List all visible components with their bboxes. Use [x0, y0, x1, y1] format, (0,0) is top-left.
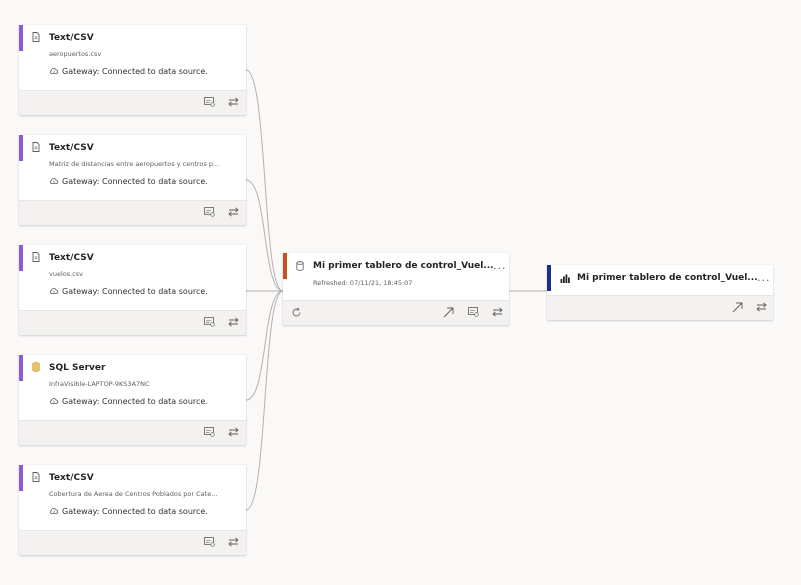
swap-arrows-icon[interactable]	[756, 302, 767, 312]
cloud-icon	[49, 178, 59, 184]
source-detail: aeropuertos.csv	[49, 50, 102, 58]
connector-line	[245, 179, 284, 292]
refresh-icon[interactable]	[291, 307, 302, 318]
cloud-icon	[49, 68, 59, 74]
gateway-status: Gateway: Connected to data source.	[62, 67, 208, 76]
refresh-settings-icon[interactable]	[204, 537, 215, 547]
refresh-settings-icon[interactable]	[204, 317, 215, 327]
source-card-vuelos[interactable]: Text/CSV vuelos.csv Gateway: Connected t…	[19, 245, 246, 335]
swap-arrows-icon[interactable]	[228, 427, 239, 437]
card-accent-bar	[283, 253, 287, 279]
source-type: SQL Server	[49, 363, 106, 373]
source-card-sql-server[interactable]: SQL Server InfraVisible-LAPTOP-9KS3A7NC …	[19, 355, 246, 445]
dataset-refreshed: Refreshed: 07/11/21, 18:45:07	[313, 279, 413, 287]
source-detail: Cobertura de Aerea de Centros Poblados p…	[49, 490, 218, 498]
card-footer	[283, 300, 509, 325]
source-type: Text/CSV	[49, 143, 94, 153]
file-icon	[32, 32, 40, 42]
refresh-settings-icon[interactable]	[204, 207, 215, 217]
swap-arrows-icon[interactable]	[228, 207, 239, 217]
cloud-icon	[49, 398, 59, 404]
open-arrow-icon[interactable]	[443, 307, 454, 318]
more-options-button[interactable]: ···	[757, 275, 771, 286]
refresh-settings-icon[interactable]	[204, 427, 215, 437]
card-accent-bar	[547, 265, 551, 291]
gateway-status: Gateway: Connected to data source.	[62, 287, 208, 296]
source-type: Text/CSV	[49, 253, 94, 263]
dataset-card[interactable]: Mi primer tablero de control_Vuel... ···…	[283, 253, 509, 325]
report-chart-icon	[560, 274, 570, 283]
gateway-status: Gateway: Connected to data source.	[62, 177, 208, 186]
card-accent-bar	[19, 135, 23, 161]
report-title: Mi primer tablero de control_Vuel...	[577, 273, 758, 283]
open-arrow-icon[interactable]	[732, 302, 743, 313]
source-type: Text/CSV	[49, 33, 94, 43]
refresh-settings-icon[interactable]	[204, 97, 215, 107]
cloud-icon	[49, 508, 59, 514]
file-icon	[32, 472, 40, 482]
report-card[interactable]: Mi primer tablero de control_Vuel... ···	[547, 265, 773, 320]
source-card-matriz-distancias[interactable]: Text/CSV Matriz de distancias entre aero…	[19, 135, 246, 225]
card-footer	[19, 530, 246, 555]
card-footer	[19, 310, 246, 335]
card-footer	[19, 200, 246, 225]
gateway-status: Gateway: Connected to data source.	[62, 397, 208, 406]
card-accent-bar	[19, 245, 23, 271]
database-icon	[32, 362, 40, 372]
swap-arrows-icon[interactable]	[228, 537, 239, 547]
connector-line	[245, 290, 284, 511]
source-detail: InfraVisible-LAPTOP-9KS3A7NC	[49, 380, 150, 388]
card-accent-bar	[19, 465, 23, 491]
cloud-icon	[49, 288, 59, 294]
source-type: Text/CSV	[49, 473, 94, 483]
swap-arrows-icon[interactable]	[228, 317, 239, 327]
file-icon	[32, 252, 40, 262]
card-footer	[19, 420, 246, 445]
card-footer	[547, 295, 773, 320]
source-detail: Matriz de distancias entre aeropuertos y…	[49, 160, 220, 168]
card-footer	[19, 90, 246, 115]
more-options-button[interactable]: ···	[493, 263, 507, 274]
source-detail: vuelos.csv	[49, 270, 84, 278]
dataset-icon	[296, 261, 304, 271]
source-card-aeropuertos[interactable]: Text/CSV aeropuertos.csv Gateway: Connec…	[19, 25, 246, 115]
dataset-title: Mi primer tablero de control_Vuel...	[313, 261, 494, 271]
card-accent-bar	[19, 25, 23, 51]
file-icon	[32, 142, 40, 152]
source-card-cobertura[interactable]: Text/CSV Cobertura de Aerea de Centros P…	[19, 465, 246, 555]
connector-line	[245, 290, 284, 401]
gateway-status: Gateway: Connected to data source.	[62, 507, 208, 516]
swap-arrows-icon[interactable]	[228, 97, 239, 107]
refresh-settings-icon[interactable]	[468, 307, 479, 317]
swap-arrows-icon[interactable]	[492, 307, 503, 317]
card-accent-bar	[19, 355, 23, 381]
connector-line	[245, 69, 284, 292]
